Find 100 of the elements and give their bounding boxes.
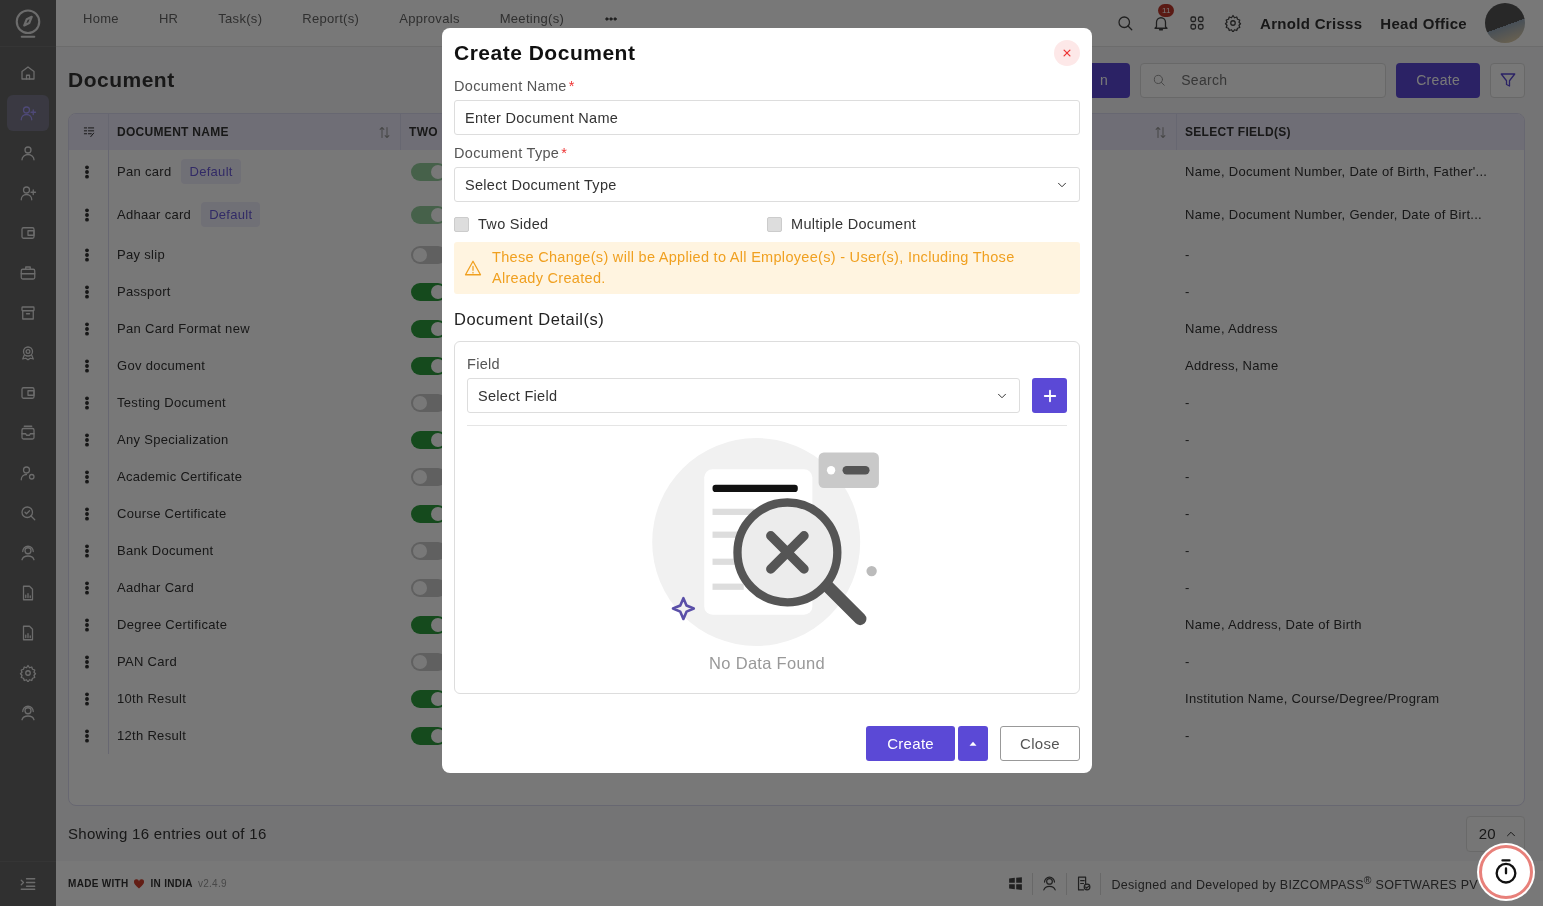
nav-link[interactable]: Home bbox=[83, 12, 119, 26]
user-add-icon bbox=[19, 104, 37, 122]
settings-icon bbox=[1224, 14, 1243, 32]
column-header: SELECT FIELD(S) bbox=[1185, 125, 1291, 139]
wallet-icon bbox=[19, 224, 37, 242]
filter-icon bbox=[1498, 71, 1517, 89]
required-mark: * bbox=[568, 78, 575, 94]
field-select[interactable]: Select Field bbox=[467, 378, 1020, 413]
user-add-icon bbox=[19, 184, 37, 202]
table-cell: Name, Address bbox=[1185, 321, 1278, 336]
table-cell: Name, Document Number, Gender, Date of Birt... bbox=[1185, 207, 1483, 222]
nav-link[interactable]: Task(s) bbox=[218, 12, 263, 26]
document-name: Pan card bbox=[117, 164, 172, 179]
document-name: Academic Certificate bbox=[117, 469, 243, 484]
document-name: Course Certificate bbox=[117, 506, 227, 521]
create-button[interactable]: Create bbox=[1396, 62, 1480, 98]
document-name: Passport bbox=[117, 284, 171, 299]
table-cell: Address, Name bbox=[1185, 358, 1279, 373]
column-header: DOCUMENT NAME bbox=[117, 125, 229, 139]
checkbox[interactable] bbox=[767, 216, 782, 232]
table-cell: - bbox=[1185, 580, 1190, 595]
timer-button[interactable] bbox=[1479, 845, 1533, 899]
search-icon bbox=[1116, 14, 1135, 32]
search-check-icon bbox=[19, 504, 37, 522]
checkbox-label[interactable]: Multiple Document bbox=[791, 216, 917, 232]
heart-icon bbox=[133, 877, 146, 890]
close-button[interactable]: Close bbox=[1000, 726, 1080, 761]
document-name-input[interactable]: Enter Document Name bbox=[454, 100, 1080, 135]
table-cell: Name, Address, Date of Birth bbox=[1185, 617, 1362, 632]
table-cell: - bbox=[1185, 654, 1190, 669]
add-field-button[interactable] bbox=[1032, 378, 1067, 413]
windows-icon bbox=[1007, 875, 1025, 892]
settings-button[interactable] bbox=[1224, 14, 1243, 32]
notifications-button[interactable] bbox=[1152, 14, 1171, 32]
table-cell: - bbox=[1185, 469, 1190, 484]
settings-icon bbox=[19, 664, 37, 682]
document-name: Degree Certificate bbox=[117, 617, 228, 632]
user-name[interactable]: Arnold Crisss bbox=[1260, 14, 1363, 32]
section-title: Document Detail(s) bbox=[454, 310, 606, 329]
create-button[interactable]: Create bbox=[866, 726, 955, 761]
document-name: Testing Document bbox=[117, 395, 226, 410]
notification-count: 11 bbox=[1158, 4, 1175, 17]
required-mark: * bbox=[561, 145, 568, 161]
table-cell: - bbox=[1185, 284, 1190, 299]
nav-link[interactable]: Report(s) bbox=[302, 12, 360, 26]
document-name: 12th Result bbox=[117, 728, 187, 743]
table-cell: Institution Name, Course/Degree/Program bbox=[1185, 691, 1440, 706]
warning-text: These Change(s) will be Applied to All Employee(s) - User(s), Including Those Already Created. bbox=[492, 248, 1016, 288]
user-icon bbox=[19, 144, 37, 162]
made-with-text: MADE WITH bbox=[68, 878, 129, 889]
columns-icon bbox=[81, 125, 96, 139]
grid-icon bbox=[1188, 14, 1207, 32]
document-name: Pay slip bbox=[117, 247, 165, 262]
column-header: TWO bbox=[409, 125, 438, 139]
search-field[interactable]: Search bbox=[1140, 62, 1387, 98]
made-in-text: IN INDIA bbox=[150, 878, 193, 889]
support-agent-icon bbox=[19, 544, 37, 562]
document-name: Adhaar card bbox=[117, 207, 192, 222]
sort-icon bbox=[377, 124, 392, 140]
field-label: Document Type bbox=[454, 145, 560, 161]
inbox-icon bbox=[19, 424, 37, 442]
page-title: Document bbox=[68, 68, 175, 92]
document-name: Aadhar Card bbox=[117, 580, 194, 595]
checkbox-label[interactable]: Two Sided bbox=[478, 216, 549, 232]
document-name: Pan Card Format new bbox=[117, 321, 250, 336]
avatar[interactable] bbox=[1485, 3, 1525, 43]
home-icon bbox=[19, 64, 37, 82]
apps-button[interactable] bbox=[1188, 14, 1207, 32]
nav-link[interactable]: Meeting(s) bbox=[499, 12, 565, 26]
document-name: Any Specialization bbox=[117, 432, 229, 447]
credit-text: Designed and Developed by BIZCOMPASS$^{®}$ SOFTWARES PV bbox=[1110, 874, 1478, 893]
table-cell: - bbox=[1185, 728, 1190, 743]
checkbox[interactable] bbox=[454, 216, 469, 232]
user-settings-icon bbox=[19, 464, 37, 482]
compass-logo-icon bbox=[13, 6, 43, 40]
dialog-title: Create Document bbox=[454, 41, 636, 65]
table-cell: - bbox=[1185, 395, 1190, 410]
support-agent-icon bbox=[19, 704, 37, 722]
more-options-button[interactable] bbox=[958, 726, 988, 761]
field-label: Document Name bbox=[454, 78, 567, 94]
document-check-icon bbox=[1075, 875, 1093, 892]
entries-summary: Showing 16 entries out of 16 bbox=[68, 825, 267, 842]
search-button[interactable] bbox=[1116, 14, 1135, 32]
award-icon bbox=[19, 344, 37, 362]
field-label: Field bbox=[467, 356, 501, 372]
nav-link[interactable]: Approvals bbox=[399, 12, 460, 26]
bell-icon bbox=[1152, 14, 1171, 32]
warning-icon bbox=[464, 259, 482, 277]
sort-icon bbox=[1153, 124, 1168, 140]
archive-icon bbox=[19, 304, 37, 322]
empty-state-text: No Data Found bbox=[708, 654, 826, 673]
document-type-select[interactable]: Select Document Type bbox=[454, 167, 1080, 202]
table-cell: - bbox=[1185, 506, 1190, 521]
support-agent-icon bbox=[1041, 875, 1059, 892]
search-icon bbox=[1152, 72, 1167, 87]
default-tag: Default bbox=[181, 159, 241, 184]
nav-link[interactable]: HR bbox=[158, 12, 179, 26]
table-cell: - bbox=[1185, 543, 1190, 558]
filter-button[interactable] bbox=[1490, 62, 1525, 98]
office-name[interactable]: Head Office bbox=[1380, 14, 1467, 32]
